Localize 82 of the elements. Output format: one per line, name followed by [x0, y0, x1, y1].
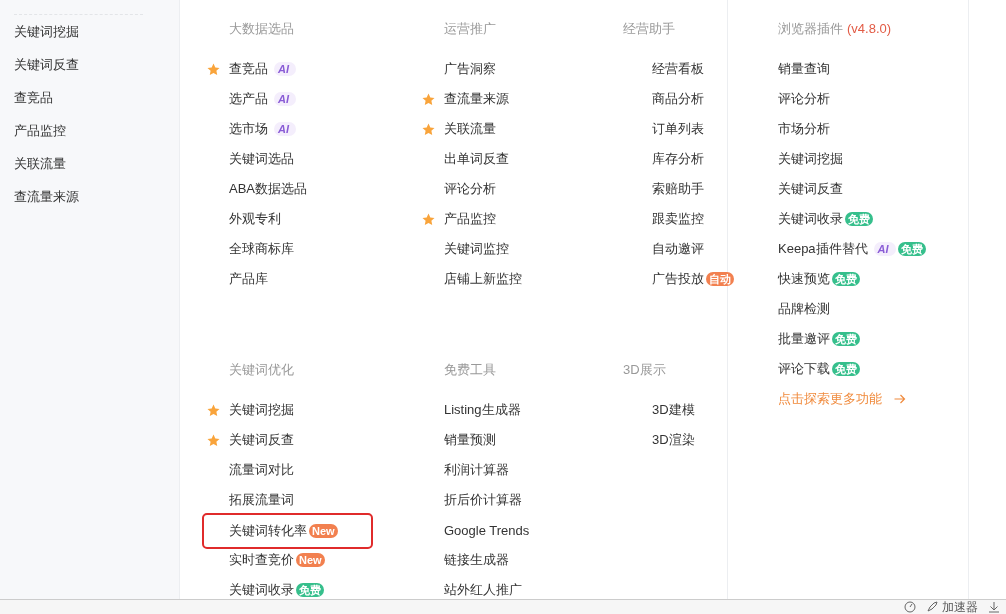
- ai-badge: AI: [274, 62, 296, 76]
- free-badge: 免费: [897, 242, 926, 256]
- menu-link[interactable]: 评论分析: [778, 90, 830, 108]
- sidebar-item[interactable]: 查流量来源: [14, 180, 165, 213]
- menu-link[interactable]: 关联流量: [444, 120, 496, 138]
- menu-link[interactable]: 外观专利: [229, 210, 281, 228]
- section-title: 免费工具: [443, 361, 497, 379]
- new-badge: New: [309, 524, 338, 538]
- menu-link[interactable]: 关键词反查: [778, 180, 843, 198]
- menu-link[interactable]: Keepa插件替代: [778, 240, 868, 258]
- menu-link[interactable]: 3D建模: [652, 401, 695, 419]
- accelerator-label[interactable]: 加速器: [942, 600, 978, 614]
- menu-link[interactable]: 跟卖监控: [652, 210, 704, 228]
- sidebar-item[interactable]: 查竞品: [14, 81, 165, 114]
- free-badge: 免费: [296, 583, 324, 597]
- menu-link[interactable]: 评论下载: [778, 360, 830, 378]
- menu-link[interactable]: 3D渲染: [652, 431, 695, 449]
- menu-link[interactable]: 选产品: [229, 90, 268, 108]
- section-title: 关键词优化: [228, 361, 295, 379]
- sidebar-item[interactable]: 关联流量: [14, 147, 165, 180]
- menu-link[interactable]: Google Trends: [444, 522, 530, 538]
- free-badge: 免费: [832, 272, 860, 286]
- menu-link[interactable]: 流量词对比: [229, 461, 294, 479]
- menu-link[interactable]: 广告投放: [652, 270, 704, 288]
- menu-link[interactable]: 折后价计算器: [444, 491, 522, 509]
- menu-link[interactable]: 实时查竞价: [229, 551, 294, 569]
- section-title: 经营助手: [622, 20, 676, 38]
- menu-link[interactable]: 查流量来源: [444, 90, 509, 108]
- menu-link[interactable]: 关键词选品: [229, 150, 294, 168]
- menu-link[interactable]: 产品监控: [444, 210, 496, 228]
- gauge-icon: [904, 601, 916, 613]
- menu-link[interactable]: 全球商标库: [229, 240, 294, 258]
- section-title: 3D展示: [622, 361, 667, 379]
- menu-link[interactable]: 关键词挖掘: [778, 150, 843, 168]
- arrow-right-icon: [894, 394, 906, 404]
- ai-badge: AI: [274, 122, 296, 136]
- menu-link[interactable]: 自动邀评: [652, 240, 704, 258]
- new-badge: New: [296, 553, 325, 567]
- download-icon: [988, 601, 1000, 613]
- menu-link[interactable]: 销量预测: [444, 431, 496, 449]
- menu-link[interactable]: 关键词收录: [778, 210, 843, 228]
- menu-link[interactable]: 销量查询: [778, 60, 830, 78]
- menu-link[interactable]: 品牌检测: [778, 300, 830, 318]
- menu-link[interactable]: 订单列表: [652, 120, 704, 138]
- menu-link[interactable]: ABA数据选品: [229, 180, 307, 198]
- free-badge: 免费: [845, 212, 873, 226]
- menu-link[interactable]: 产品库: [229, 270, 268, 288]
- sidebar-item[interactable]: 关键词反查: [14, 48, 165, 81]
- menu-link[interactable]: 索赔助手: [652, 180, 704, 198]
- menu-link[interactable]: Listing生成器: [444, 401, 521, 419]
- menu-link[interactable]: 库存分析: [652, 150, 704, 168]
- menu-link[interactable]: 批量邀评: [778, 330, 830, 348]
- menu-link[interactable]: 查竞品: [229, 60, 268, 78]
- menu-link[interactable]: 关键词监控: [444, 240, 509, 258]
- menu-link[interactable]: 关键词挖掘: [229, 401, 294, 419]
- menu-link[interactable]: 利润计算器: [444, 461, 509, 479]
- menu-link[interactable]: 链接生成器: [444, 551, 509, 569]
- section-title: 浏览器插件: [778, 21, 843, 36]
- ai-badge: AI: [274, 92, 296, 106]
- free-badge: 免费: [832, 332, 860, 346]
- menu-link[interactable]: 关键词反查: [229, 431, 294, 449]
- menu-link[interactable]: 经营看板: [652, 60, 704, 78]
- menu-link[interactable]: 出单词反查: [444, 150, 509, 168]
- sidebar-item[interactable]: 产品监控: [14, 114, 165, 147]
- section-title: 大数据选品: [228, 20, 295, 38]
- menu-link[interactable]: 关键词转化率: [229, 522, 307, 540]
- menu-link[interactable]: 选市场: [229, 120, 268, 138]
- sidebar-item[interactable]: 关键词挖掘: [14, 15, 165, 48]
- menu-link[interactable]: 站外红人推广: [444, 581, 522, 599]
- ai-badge: AI: [873, 242, 896, 256]
- menu-link[interactable]: 关键词收录: [229, 581, 294, 599]
- menu-link[interactable]: 评论分析: [444, 180, 496, 198]
- menu-link[interactable]: 广告洞察: [444, 60, 496, 78]
- menu-link[interactable]: 拓展流量词: [229, 491, 294, 509]
- menu-link[interactable]: 店铺上新监控: [444, 270, 522, 288]
- new-badge: 自动: [706, 272, 734, 286]
- section-title: 运营推广: [443, 20, 497, 38]
- version-label: (v4.8.0): [847, 21, 892, 36]
- menu-link[interactable]: 商品分析: [652, 90, 704, 108]
- menu-link[interactable]: 市场分析: [778, 120, 830, 138]
- free-badge: 免费: [832, 362, 860, 376]
- menu-link[interactable]: 快速预览: [778, 270, 830, 288]
